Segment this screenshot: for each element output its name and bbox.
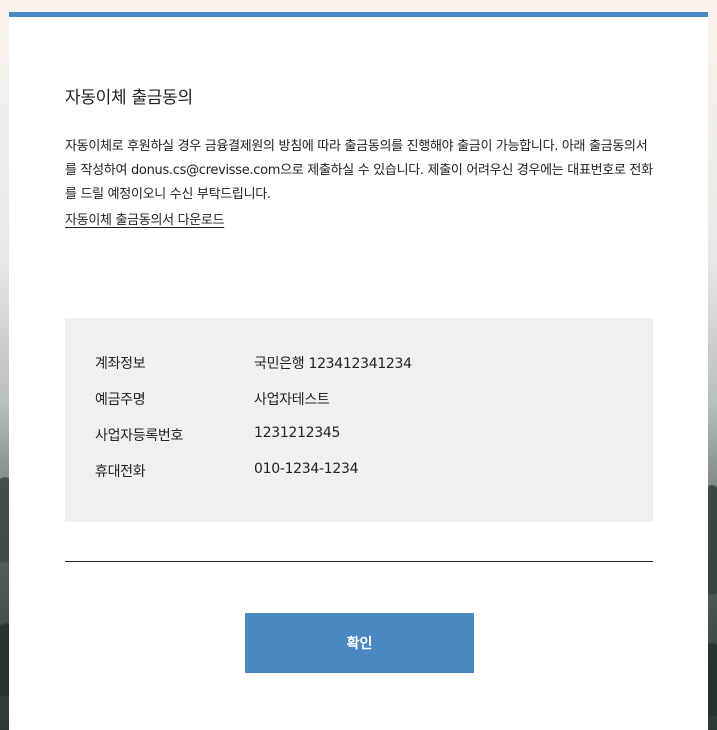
info-label: 계좌정보 (95, 356, 146, 372)
info-label: 예금주명 (95, 392, 146, 408)
dialog-description: 자동이체로 후원하실 경우 금융결제원의 방침에 따라 출금동의를 진행해야 출… (65, 139, 653, 202)
info-value: 010-1234-1234 (254, 461, 359, 477)
dialog-title: 자동이체 출금동의 (65, 88, 193, 108)
info-label: 사업자등록번호 (95, 428, 184, 444)
download-consent-form-link[interactable]: 자동이체 출금동의서 다운로드 (65, 209, 225, 228)
confirm-button[interactable]: 확인 (245, 613, 474, 673)
withdrawal-consent-dialog: 자동이체 출금동의 자동이체로 후원하실 경우 금융결제원의 방침에 따라 출금… (9, 12, 708, 730)
info-value: 국민은행 123412341234 (254, 356, 412, 372)
info-label: 휴대전화 (95, 464, 146, 480)
divider (65, 561, 653, 562)
info-value: 사업자테스트 (254, 392, 330, 408)
account-info-box: 계좌정보 국민은행 123412341234 예금주명 사업자테스트 사업자등록… (65, 318, 653, 522)
info-value: 1231212345 (254, 425, 341, 441)
